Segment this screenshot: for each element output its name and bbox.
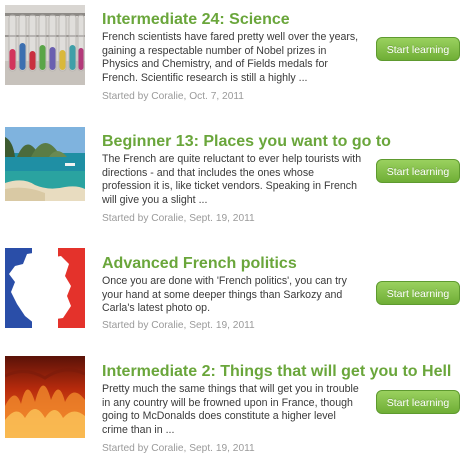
tropical-bay-image <box>5 127 85 201</box>
lesson-meta: Started by Coralie, Sept. 19, 2011 <box>102 213 255 224</box>
lesson-description: Pretty much the same things that will ge… <box>102 383 359 436</box>
lesson-description: Once you are done with 'French politics'… <box>102 275 347 315</box>
lesson-description: French scientists have fared pretty well… <box>102 31 359 84</box>
lesson-meta: Started by Coralie, Sept. 19, 2011 <box>102 320 255 331</box>
lesson-title[interactable]: Advanced French politics <box>102 255 297 273</box>
lesson-thumbnail[interactable] <box>5 248 85 328</box>
fire-image <box>5 356 85 438</box>
lesson-title[interactable]: Intermediate 2: Things that will get you… <box>102 363 451 381</box>
lesson-description: The French are quite reluctant to ever h… <box>102 153 362 206</box>
france-flag-map-image <box>5 248 85 328</box>
lesson-meta: Started by Coralie, Oct. 7, 2011 <box>102 91 244 102</box>
lesson-title[interactable]: Beginner 13: Places you want to go to <box>102 133 391 151</box>
test-tubes-image <box>5 5 85 85</box>
lesson-thumbnail[interactable] <box>5 127 85 201</box>
lesson-thumbnail[interactable] <box>5 5 85 85</box>
start-learning-button[interactable]: Start learning <box>376 159 460 183</box>
start-learning-button[interactable]: Start learning <box>376 281 460 305</box>
start-learning-button[interactable]: Start learning <box>376 390 460 414</box>
start-learning-button[interactable]: Start learning <box>376 37 460 61</box>
lesson-meta: Started by Coralie, Sept. 19, 2011 <box>102 443 255 454</box>
lesson-thumbnail[interactable] <box>5 356 85 438</box>
lesson-title[interactable]: Intermediate 24: Science <box>102 11 290 29</box>
